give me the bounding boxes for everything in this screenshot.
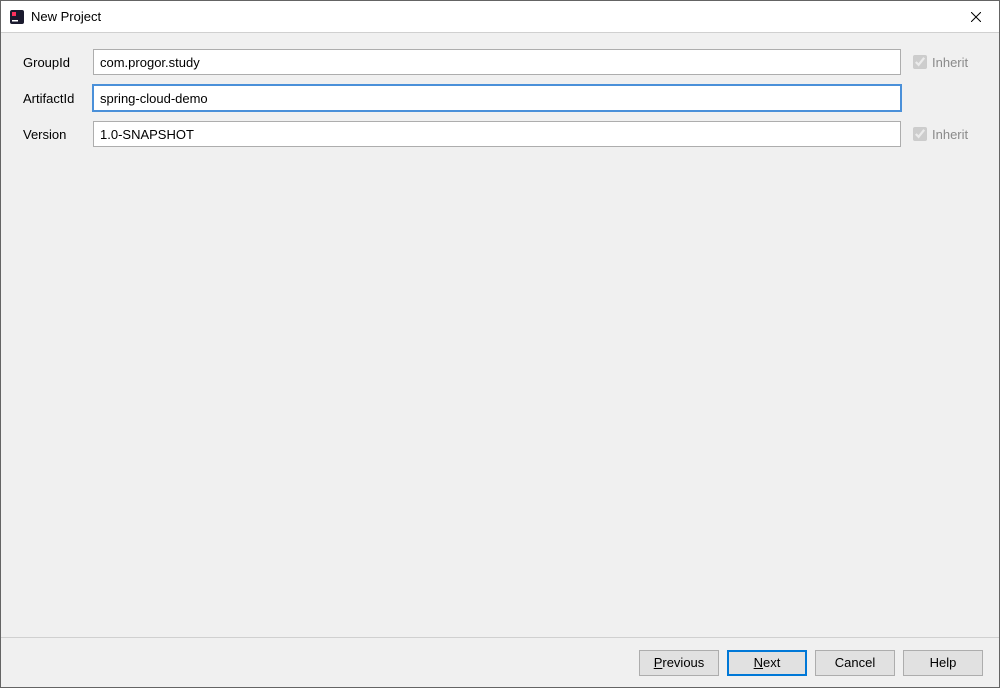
groupid-input[interactable] xyxy=(93,49,901,75)
titlebar: New Project xyxy=(1,1,999,33)
version-inherit-checkbox[interactable] xyxy=(913,127,927,141)
artifactid-input[interactable] xyxy=(93,85,901,111)
groupid-row: GroupId Inherit xyxy=(23,49,983,75)
close-button[interactable] xyxy=(953,1,999,33)
app-icon xyxy=(9,9,25,25)
version-label: Version xyxy=(23,127,93,142)
dialog-footer: Previous Next Cancel Help xyxy=(1,637,999,687)
version-row: Version Inherit xyxy=(23,121,983,147)
groupid-inherit-group: Inherit xyxy=(913,55,983,70)
version-inherit-label: Inherit xyxy=(932,127,968,142)
groupid-label: GroupId xyxy=(23,55,93,70)
groupid-inherit-label: Inherit xyxy=(932,55,968,70)
window-title: New Project xyxy=(31,9,953,24)
previous-button[interactable]: Previous xyxy=(639,650,719,676)
artifactid-row: ArtifactId xyxy=(23,85,983,111)
help-button[interactable]: Help xyxy=(903,650,983,676)
next-button[interactable]: Next xyxy=(727,650,807,676)
version-input[interactable] xyxy=(93,121,901,147)
dialog-content: GroupId Inherit ArtifactId Version Inher… xyxy=(1,33,999,637)
groupid-inherit-checkbox[interactable] xyxy=(913,55,927,69)
cancel-button[interactable]: Cancel xyxy=(815,650,895,676)
artifactid-label: ArtifactId xyxy=(23,91,93,106)
version-inherit-group: Inherit xyxy=(913,127,983,142)
